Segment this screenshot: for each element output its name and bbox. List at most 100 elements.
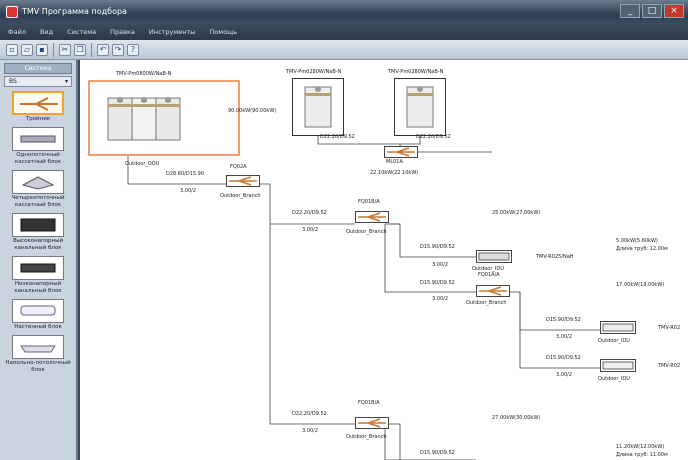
capacity-label: 11.20kW(12.00kW) <box>616 444 665 450</box>
indoor-model: TMV-R025/NaH <box>536 254 574 260</box>
pipe-label: D22.20/D9.52 <box>292 210 327 216</box>
toolbar-separator <box>91 42 92 57</box>
undo-icon[interactable]: ↶ <box>97 43 109 56</box>
title-bar: TMV Программа подбора _ □ × <box>0 0 688 24</box>
joint-name: ML01A <box>386 159 403 165</box>
capacity-label: 22.10kW(22.10kW) <box>370 170 419 176</box>
palette-item-label: Тройник <box>25 116 51 122</box>
capacity-label: 25.00kW(27.00kW) <box>492 210 541 216</box>
joint-label: Outdoor_Branch <box>346 229 387 235</box>
outdoor-unit-3[interactable] <box>394 78 446 136</box>
menu-bar: Файл Вид Система Правка Инструменты Помо… <box>0 24 688 40</box>
menu-tools[interactable]: Инструменты <box>149 28 196 36</box>
pipe-length: 3.00/2 <box>556 372 572 378</box>
palette-item-label: Напольно-потолочный блок <box>5 360 71 373</box>
menu-view[interactable]: Вид <box>40 28 53 36</box>
capacity-label: 5.00kW(5.60kW) <box>616 238 658 244</box>
pipe-label: D15.90/D9.52 <box>420 244 455 250</box>
save-icon[interactable]: ▪ <box>36 43 48 56</box>
joint-name: FQ01B/A <box>358 400 380 406</box>
design-canvas[interactable]: TMV-Pm0800W/NaB-N Outdoor_ODU D28.60/D15… <box>80 60 688 460</box>
close-icon[interactable]: × <box>664 4 684 18</box>
low-pressure-duct-icon <box>12 256 64 280</box>
component-palette: Система BS Тройник Однопоточный кассетны… <box>0 60 78 460</box>
palette-item-label: Настенный блок <box>14 324 62 330</box>
indoor-unit-3[interactable] <box>600 359 636 372</box>
open-icon[interactable]: ▱ <box>21 43 33 56</box>
high-pressure-duct-icon <box>12 213 64 237</box>
copy-icon[interactable]: ❐ <box>74 43 86 56</box>
palette-item-four-way-cassette[interactable]: Четырехпоточный кассетный блок <box>4 170 72 209</box>
toolbar-separator <box>53 42 54 57</box>
pipe-label: D28.60/D15.90 <box>166 171 205 177</box>
indoor-model: TMV-R02 <box>658 363 681 369</box>
palette-system-select[interactable]: BS <box>4 76 72 87</box>
pipe-label: D15.90/D9.52 <box>420 280 455 286</box>
pipe-length: 3.00/2 <box>302 428 318 434</box>
joint-name: FQ02A <box>230 164 247 170</box>
branch-joint-3[interactable] <box>355 417 389 429</box>
menu-help[interactable]: Помощь <box>209 28 237 36</box>
indoor-label: Outdoor_IDU <box>598 376 630 382</box>
indoor-unit-1[interactable] <box>476 250 512 263</box>
help-icon[interactable]: ? <box>127 43 139 56</box>
capacity-label: 17.00kW(19.00kW) <box>616 282 665 288</box>
capacity-label: 27.00kW(30.00kW) <box>492 415 541 421</box>
palette-item-label: Четырехпоточный кассетный блок <box>11 195 65 208</box>
palette-item-one-way-cassette[interactable]: Однопоточный кассетный блок <box>4 127 72 166</box>
outdoor-3-model: TMV-Pm0280W/NaB-N <box>388 69 444 75</box>
redo-icon[interactable]: ↷ <box>112 43 124 56</box>
pipe-label: D22.20/D9.52 <box>320 134 355 140</box>
palette-item-label: Однопоточный кассетный блок <box>14 152 62 165</box>
pipe-label: D15.90/D9.52 <box>546 317 581 323</box>
floor-ceiling-icon <box>12 335 64 359</box>
pipe-length: 3.00/2 <box>432 296 448 302</box>
window-controls: _ □ × <box>620 4 684 18</box>
indoor-label: Outdoor_IDU <box>598 338 630 344</box>
window-title: TMV Программа подбора <box>22 7 127 16</box>
palette-item-branch-joint[interactable]: Тройник <box>4 91 72 123</box>
pipe-label: D15.90/D9.52 <box>420 450 455 456</box>
maximize-icon[interactable]: □ <box>642 4 662 18</box>
new-icon[interactable]: ▫ <box>6 43 18 56</box>
indoor-model: TMV-R02 <box>658 325 681 331</box>
pipe-length: 3.00/2 <box>180 188 196 194</box>
pipe-length: 3.00/2 <box>302 227 318 233</box>
menu-file[interactable]: Файл <box>8 28 26 36</box>
palette-item-wall-mounted[interactable]: Настенный блок <box>4 299 72 331</box>
pipe-length: 3.00/2 <box>432 262 448 268</box>
branch-joint-1[interactable] <box>355 211 389 223</box>
branch-joint-main[interactable] <box>226 175 260 187</box>
outdoor-unit-2[interactable] <box>292 78 344 136</box>
four-way-cassette-icon <box>12 170 64 194</box>
minimize-icon[interactable]: _ <box>620 4 640 18</box>
palette-item-label: Высоконапорный канальный блок <box>12 238 64 251</box>
one-way-cassette-icon <box>12 127 64 151</box>
outdoor-main-model: TMV-Pm0800W/NaB-N <box>116 71 172 77</box>
menu-system[interactable]: Система <box>67 28 96 36</box>
wall-mounted-icon <box>12 299 64 323</box>
outdoor-2-model: TMV-Pm0280W/NaB-N <box>286 69 342 75</box>
joint-name: FQ01A/A <box>478 272 500 278</box>
branch-joint-icon <box>12 91 64 115</box>
palette-item-high-pressure-duct[interactable]: Высоконапорный канальный блок <box>4 213 72 252</box>
palette-item-low-pressure-duct[interactable]: Низконапорный канальный блок <box>4 256 72 295</box>
outdoor-unit-main[interactable] <box>88 80 240 156</box>
branch-joint-ml[interactable] <box>384 146 418 158</box>
pipe-label: D22.20/D9.52 <box>292 411 327 417</box>
outdoor-main-label: Outdoor_ODU <box>125 161 160 167</box>
capacity-label: 90.00kW(90.00kW) <box>228 108 277 114</box>
pipe-length-info: Длина труб: 12.00м <box>616 246 668 252</box>
indoor-unit-2[interactable] <box>600 321 636 334</box>
palette-header: Система <box>4 63 72 74</box>
cut-icon[interactable]: ✂ <box>59 43 71 56</box>
palette-item-label: Низконапорный канальный блок <box>14 281 62 294</box>
pipe-length: 3.00/2 <box>556 334 572 340</box>
joint-label: Outdoor_Branch <box>220 193 261 199</box>
toolbar: ▫ ▱ ▪ ✂ ❐ ↶ ↷ ? <box>0 40 688 60</box>
joint-label: Outdoor_Branch <box>346 434 387 440</box>
menu-edit[interactable]: Правка <box>110 28 135 36</box>
palette-item-floor-ceiling[interactable]: Напольно-потолочный блок <box>4 335 72 374</box>
pipe-length-info: Длина труб: 11.00м <box>616 452 668 458</box>
branch-joint-2[interactable] <box>476 285 510 297</box>
